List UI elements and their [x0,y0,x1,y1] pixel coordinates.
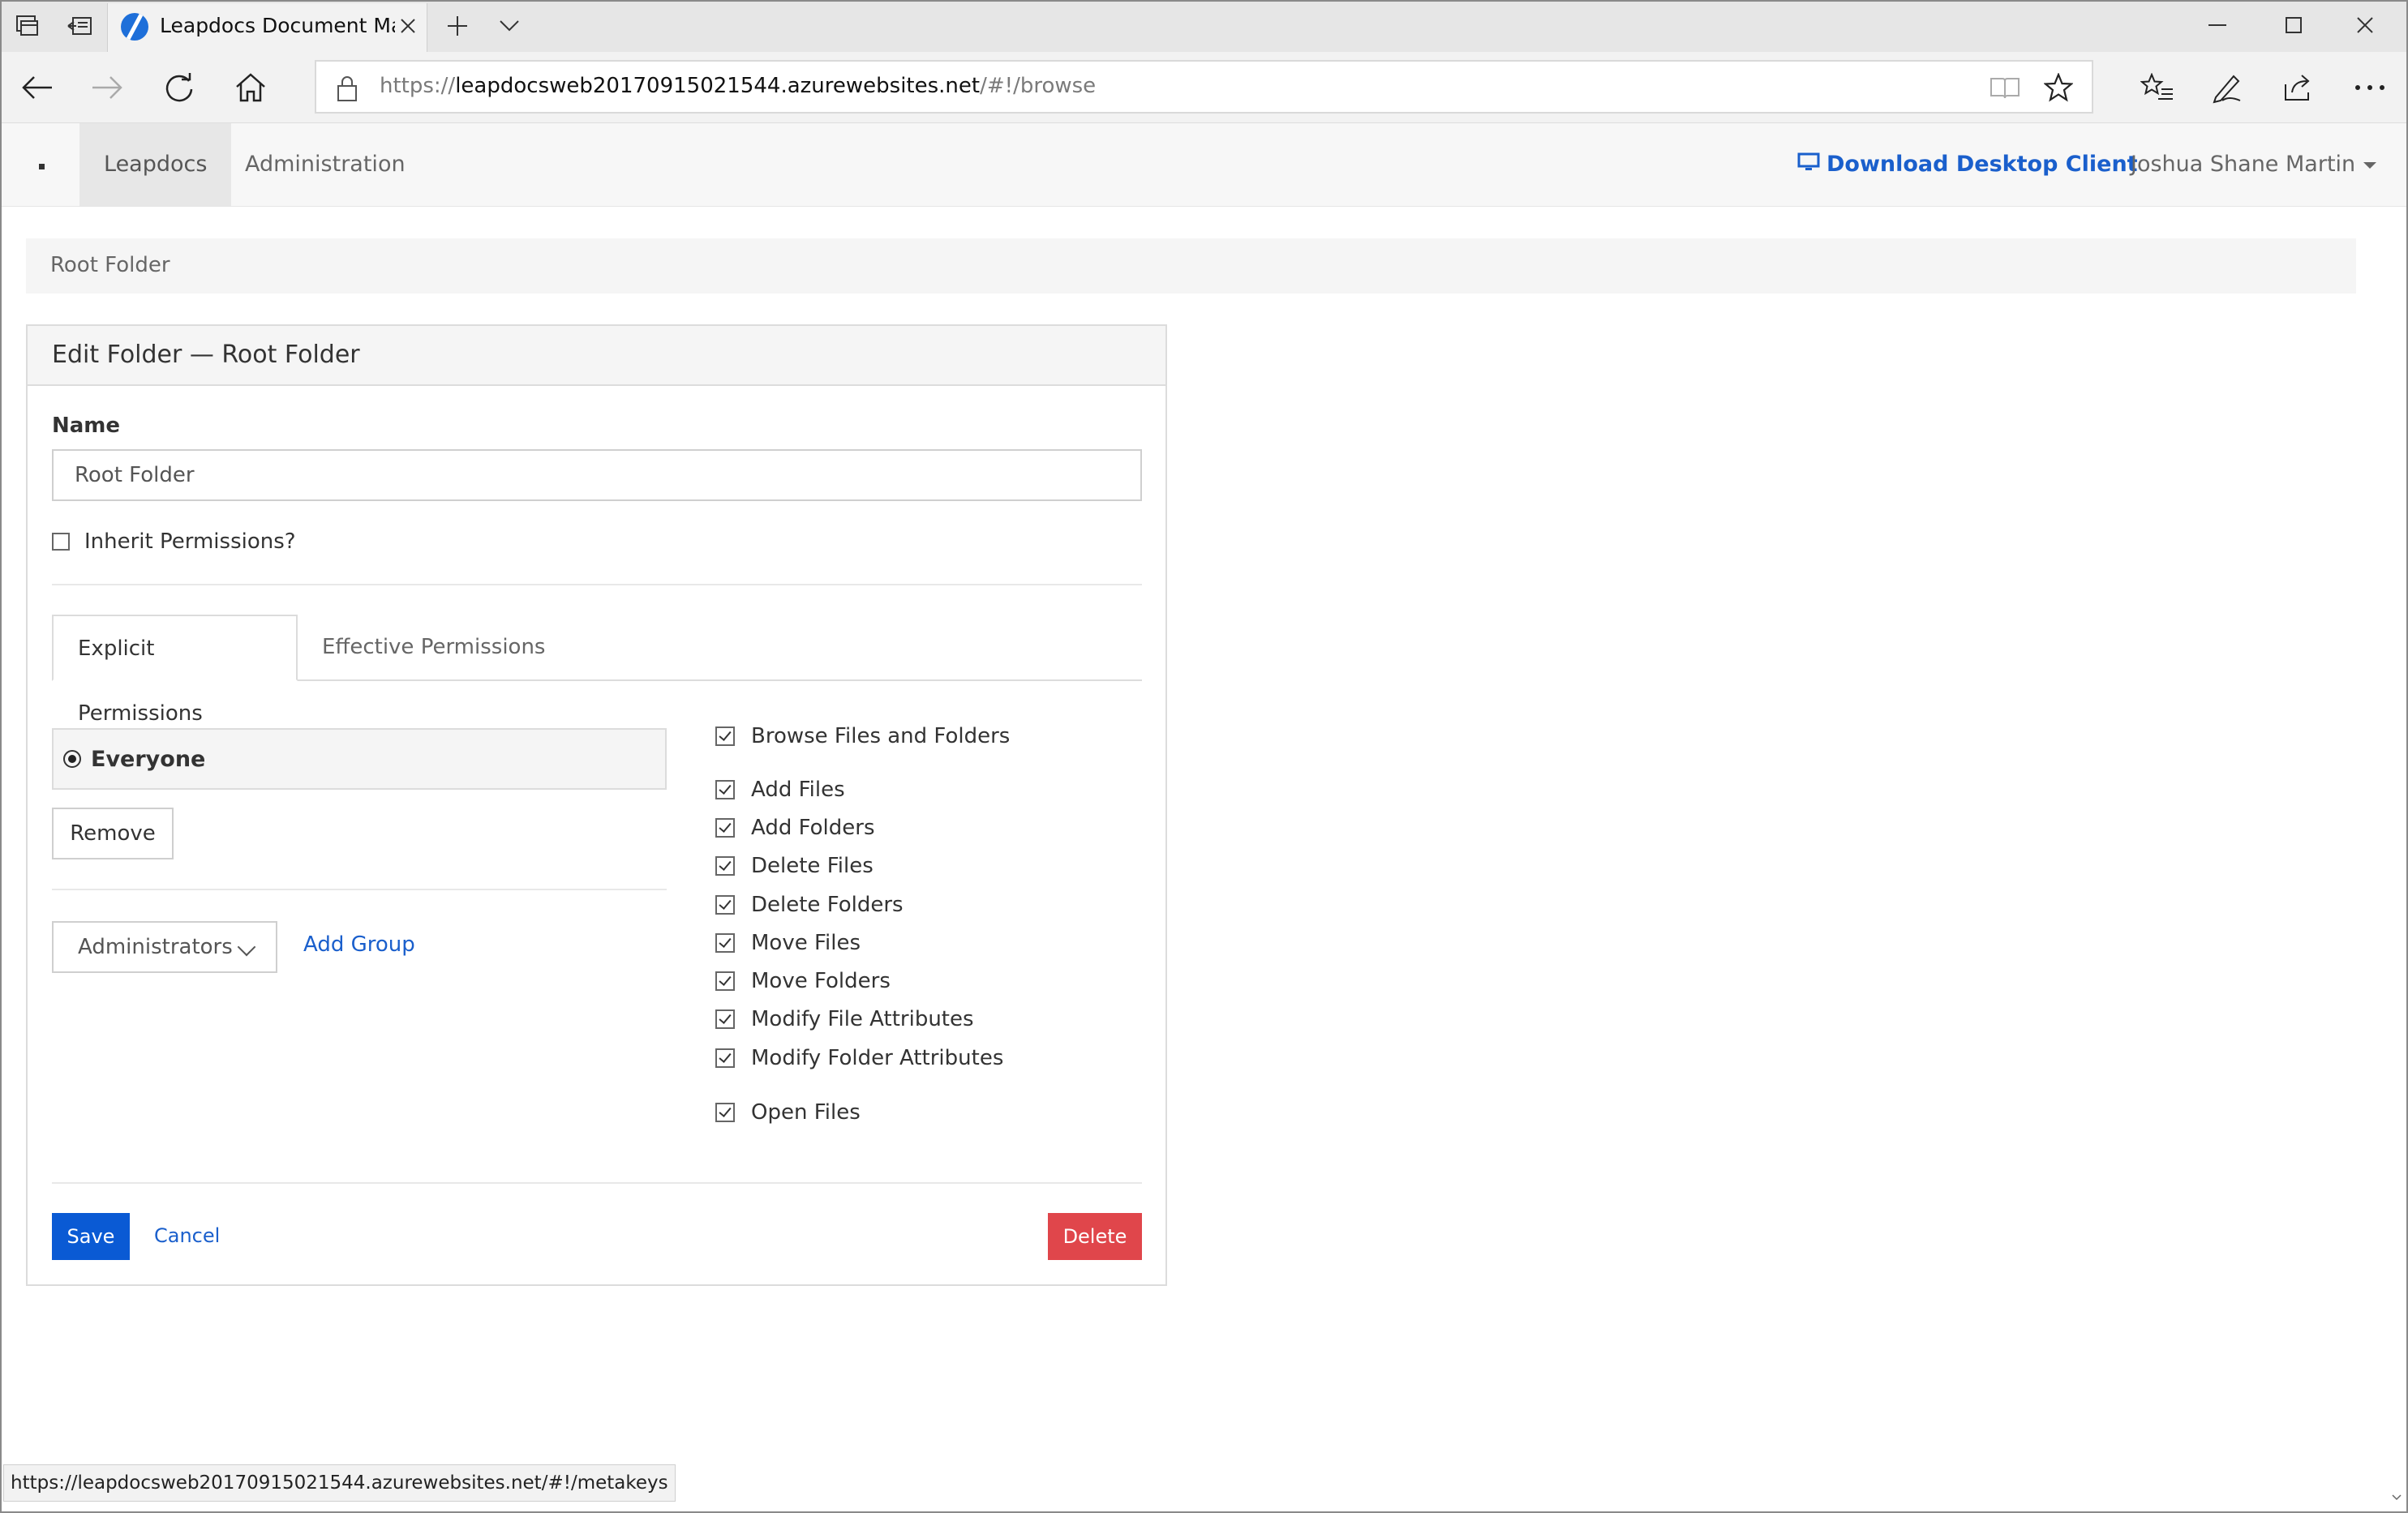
breadcrumb: Root Folder [26,238,2356,294]
permission-label: Move Files [751,931,861,955]
scroll-down-arrow-icon[interactable] [2389,1487,2405,1508]
close-tab-icon[interactable] [393,11,423,41]
checkbox-checked-icon[interactable] [715,971,735,991]
permission-modify-file-attributes[interactable]: Modify File Attributes [715,1005,974,1034]
user-menu[interactable]: Joshua Shane Martin [2131,123,2377,206]
url-path: /#!/browse [980,74,1097,98]
panel-header: Edit Folder — Root Folder [28,326,1165,386]
folder-name-input[interactable]: Root Folder [52,449,1142,501]
download-label: Download Desktop Client [1826,152,2138,177]
web-note-pen-icon[interactable] [2204,66,2250,109]
status-url-tooltip: https://leapdocsweb20170915021544.azurew… [3,1464,676,1502]
inherit-permissions-label: Inherit Permissions? [84,529,296,554]
nav-leapdocs[interactable]: Leapdocs [79,123,232,206]
tab-preview-icon[interactable] [10,10,45,42]
checkbox-checked-icon[interactable] [715,818,735,838]
browser-tab-active[interactable]: Leapdocs Document Ma [107,3,427,52]
permission-move-files[interactable]: Move Files [715,928,861,958]
favorites-hub-icon[interactable] [2135,66,2180,109]
url-scheme: https:// [380,74,456,98]
permission-add-files[interactable]: Add Files [715,775,845,804]
favorite-star-icon[interactable] [2041,70,2076,105]
add-group-link[interactable]: Add Group [303,932,415,957]
url-text[interactable]: https://leapdocsweb20170915021544.azurew… [380,74,1096,98]
group-select[interactable]: Administrators [52,921,277,973]
delete-button[interactable]: Delete [1048,1213,1142,1260]
back-arrow-icon[interactable] [15,66,60,109]
permissions-tabs: Explicit Permissions Effective Permissio… [52,615,1142,726]
permission-label: Modify File Attributes [751,1007,974,1031]
reading-view-icon[interactable] [1987,71,2023,104]
group-row-everyone[interactable]: Everyone [52,728,667,790]
permission-label: Delete Files [751,854,873,878]
remove-button[interactable]: Remove [52,808,174,859]
permission-label: Add Folders [751,816,875,840]
nav-administration[interactable]: Administration [221,123,430,206]
save-button[interactable]: Save [52,1213,130,1260]
site-navbar: Leapdocs Administration Download Desktop… [2,123,2406,207]
download-desktop-client-link[interactable]: Download Desktop Client [1797,123,2138,206]
cancel-link[interactable]: Cancel [154,1224,220,1247]
address-bar[interactable]: https://leapdocsweb20170915021544.azurew… [315,60,2093,114]
panel-title: Edit Folder — Root Folder [52,341,360,369]
permission-label: Modify Folder Attributes [751,1046,1004,1070]
browser-tab-bar: Leapdocs Document Ma [0,0,2408,52]
permission-delete-files[interactable]: Delete Files [715,851,873,881]
checkbox-checked-icon[interactable] [715,780,735,799]
permission-label: Move Folders [751,969,891,993]
radio-selected-icon[interactable] [63,750,81,768]
permission-open-files[interactable]: Open Files [715,1098,861,1127]
checkbox-checked-icon[interactable] [715,726,735,746]
checkbox-checked-icon[interactable] [715,1048,735,1068]
permission-move-folders[interactable]: Move Folders [715,967,891,996]
set-tabs-aside-icon[interactable] [62,10,97,42]
inherit-permissions-checkbox[interactable]: Inherit Permissions? [52,527,296,556]
breadcrumb-item-root[interactable]: Root Folder [50,253,170,277]
divider [52,1182,1142,1184]
tab-title: Leapdocs Document Ma [160,14,395,37]
leapdocs-favicon-icon [121,13,148,41]
forward-arrow-icon[interactable] [84,66,130,109]
permission-modify-folder-attributes[interactable]: Modify Folder Attributes [715,1044,1003,1073]
browser-nav-bar: https://leapdocsweb20170915021544.azurew… [0,52,2408,123]
permission-label: Delete Folders [751,893,904,917]
divider [52,584,1142,585]
permission-delete-folders[interactable]: Delete Folders [715,890,904,919]
checkbox-checked-icon[interactable] [715,1009,735,1029]
checkbox-checked-icon[interactable] [715,1103,735,1122]
tab-effective-permissions[interactable]: Effective Permissions [298,615,569,681]
tab-list-chevron-icon[interactable] [490,10,529,42]
maximize-window-icon[interactable] [2258,5,2329,45]
name-label: Name [52,414,121,438]
divider [52,889,667,890]
checkbox-unchecked[interactable] [52,533,70,551]
checkbox-checked-icon[interactable] [715,856,735,876]
new-tab-icon[interactable] [438,10,477,42]
tab-explicit-permissions[interactable]: Explicit Permissions [52,615,298,726]
url-host: leapdocsweb20170915021544.azurewebsites.… [455,74,981,98]
refresh-icon[interactable] [157,66,203,109]
permission-browse-files-and-folders[interactable]: Browse Files and Folders [715,722,1010,751]
share-icon[interactable] [2276,66,2321,109]
permission-add-folders[interactable]: Add Folders [715,813,875,842]
user-name: Joshua Shane Martin [2131,152,2356,177]
home-icon[interactable] [228,66,273,109]
brand-logo[interactable] [39,164,45,169]
lock-icon[interactable] [336,75,363,102]
minimize-window-icon[interactable] [2182,5,2253,45]
monitor-icon [1797,124,1820,207]
permission-label: Add Files [751,778,845,802]
checkbox-checked-icon[interactable] [715,895,735,915]
edit-folder-panel: Edit Folder — Root Folder Name Root Fold… [26,324,1167,1286]
permission-label: Browse Files and Folders [751,724,1011,748]
group-name: Everyone [91,746,206,772]
more-options-icon[interactable] [2347,66,2393,109]
checkbox-checked-icon[interactable] [715,933,735,953]
group-select-value: Administrators [78,935,233,959]
permission-label: Open Files [751,1100,861,1125]
caret-down-icon [2363,161,2377,169]
chevron-down-icon [237,937,256,957]
close-window-icon[interactable] [2329,5,2401,45]
